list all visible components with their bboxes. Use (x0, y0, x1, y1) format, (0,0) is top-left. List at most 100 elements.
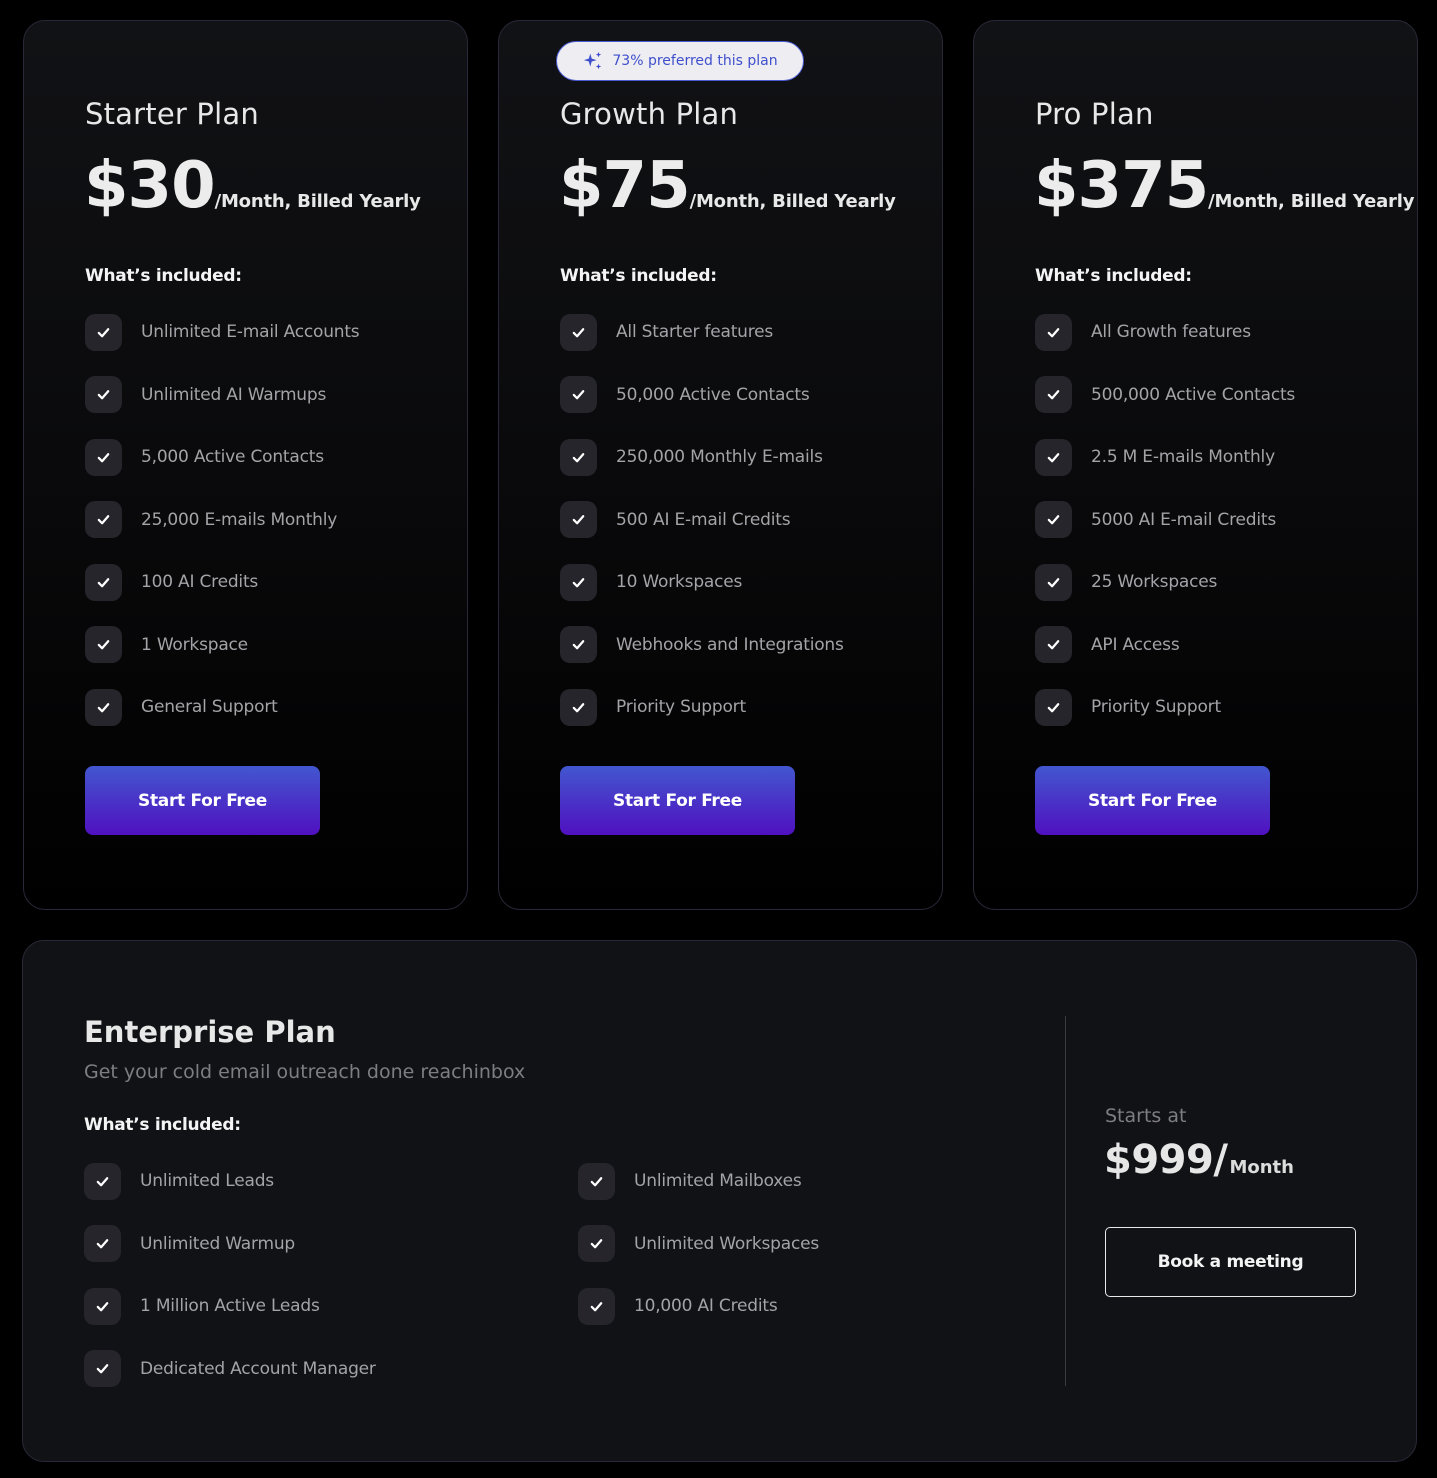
check-icon (560, 376, 597, 413)
enterprise-title: Enterprise Plan (84, 1015, 336, 1049)
sparkles-icon (584, 51, 602, 70)
starts-at-label: Starts at (1105, 1105, 1187, 1127)
feature-item: 500,000 Active Contacts (1035, 376, 1295, 414)
feature-text: 500,000 Active Contacts (1091, 384, 1296, 405)
plan-price: $375 (1034, 149, 1209, 223)
preferred-badge: 73% preferred this plan (556, 41, 804, 81)
feature-text: 50,000 Active Contacts (616, 384, 810, 405)
feature-item: 50,000 Active Contacts (560, 376, 844, 414)
feature-text: Priority Support (616, 697, 746, 717)
check-icon (85, 438, 122, 476)
feature-text: Unlimited AI Warmups (141, 384, 327, 405)
price-row: $30 /Month, Billed Yearly (84, 149, 421, 223)
check-icon (1035, 313, 1072, 351)
feature-item: 10 Workspaces (560, 563, 844, 601)
check-icon (1035, 688, 1072, 726)
start-for-free-button[interactable]: Start For Free (85, 766, 320, 835)
book-meeting-button[interactable]: Book a meeting (1105, 1227, 1356, 1297)
feature-item: 100 AI Credits (85, 563, 359, 601)
check-icon (560, 501, 597, 538)
feature-item: Unlimited Mailboxes (578, 1162, 819, 1200)
feature-text: Priority Support (1091, 697, 1221, 717)
feature-text: API Access (1091, 634, 1180, 655)
check-icon (1035, 438, 1072, 476)
included-heading: What’s included: (84, 1115, 241, 1135)
check-icon (1035, 376, 1072, 413)
enterprise-price: $999/ (1104, 1137, 1228, 1183)
feature-item: 10,000 AI Credits (578, 1287, 819, 1325)
included-heading: What’s included: (560, 266, 717, 286)
feature-text: 10,000 AI Credits (634, 1296, 778, 1316)
feature-text: 5000 AI E-mail Credits (1091, 509, 1276, 530)
feature-item: Unlimited E-mail Accounts (85, 313, 360, 351)
plan-card-pro: Pro Plan $375 /Month, Billed Yearly What… (973, 20, 1418, 910)
feature-item: 25,000 E-mails Monthly (85, 501, 359, 539)
enterprise-period: Month (1229, 1157, 1294, 1178)
start-for-free-button[interactable]: Start For Free (560, 766, 795, 835)
feature-item: Dedicated Account Manager (84, 1350, 376, 1388)
check-icon (1035, 563, 1072, 601)
check-icon (1035, 626, 1072, 663)
feature-text: Unlimited Mailboxes (634, 1171, 802, 1191)
feature-item: API Access (1035, 626, 1295, 664)
feature-item: Priority Support (560, 688, 844, 726)
feature-text: Webhooks and Integrations (616, 634, 844, 655)
feature-list-right: Unlimited Mailboxes Unlimited Workspaces 1… (578, 1162, 819, 1350)
feature-item: General Support (85, 688, 359, 726)
feature-text: 2.5 M E-mails Monthly (1091, 447, 1275, 467)
feature-text: Unlimited Leads (140, 1171, 274, 1191)
feature-text: 25 Workspaces (1091, 572, 1218, 592)
check-icon (578, 1162, 615, 1200)
check-icon (578, 1287, 615, 1325)
feature-item: All Growth features (1035, 313, 1295, 351)
feature-item: 1 Workspace (85, 626, 359, 664)
check-icon (560, 688, 597, 726)
feature-item: Unlimited Leads (84, 1162, 376, 1200)
check-icon (1035, 501, 1072, 538)
feature-text: 250,000 Monthly E-mails (616, 447, 823, 467)
feature-item: 500 AI E-mail Credits (560, 501, 844, 539)
plan-price: $75 (559, 149, 691, 223)
feature-text: 5,000 Active Contacts (141, 447, 324, 467)
price-row: $75 /Month, Billed Yearly (559, 149, 896, 223)
check-icon (578, 1225, 615, 1262)
feature-text: 10 Workspaces (616, 572, 743, 592)
feature-item: 5,000 Active Contacts (85, 438, 359, 476)
check-icon (85, 501, 122, 538)
feature-text: All Starter features (616, 322, 774, 342)
check-icon (84, 1225, 121, 1262)
feature-text: Unlimited Workspaces (634, 1233, 820, 1254)
start-for-free-button[interactable]: Start For Free (1035, 766, 1270, 835)
check-icon (85, 626, 122, 663)
check-icon (85, 376, 122, 413)
feature-item: 250,000 Monthly E-mails (560, 438, 844, 476)
feature-item: Webhooks and Integrations (560, 626, 844, 664)
feature-list: All Starter features 50,000 Active Contac… (560, 313, 844, 751)
plan-card-starter: Starter Plan $30 /Month, Billed Yearly W… (23, 20, 468, 910)
check-icon (560, 438, 597, 476)
included-heading: What’s included: (1035, 266, 1192, 286)
plan-price: $30 (84, 149, 216, 223)
feature-item: 5000 AI E-mail Credits (1035, 501, 1295, 539)
feature-text: Dedicated Account Manager (140, 1358, 376, 1379)
feature-item: All Starter features (560, 313, 844, 351)
enterprise-price-row: $999/ Month (1104, 1137, 1294, 1183)
check-icon (85, 563, 122, 601)
feature-item: Unlimited Workspaces (578, 1225, 819, 1263)
check-icon (560, 626, 597, 663)
badge-text: 73% preferred this plan (612, 53, 778, 69)
feature-list: Unlimited E-mail Accounts Unlimited AI Wa… (85, 313, 360, 751)
vertical-divider (1065, 1016, 1066, 1386)
check-icon (84, 1287, 121, 1325)
feature-text: 100 AI Credits (141, 572, 259, 592)
plan-name: Growth Plan (560, 97, 739, 131)
feature-item: Unlimited AI Warmups (85, 376, 359, 414)
check-icon (560, 313, 597, 351)
plan-card-growth: 73% preferred this plan Growth Plan $75 … (498, 20, 943, 910)
feature-item: Priority Support (1035, 688, 1295, 726)
feature-text: General Support (141, 697, 278, 717)
plan-name: Pro Plan (1035, 97, 1154, 131)
check-icon (560, 563, 597, 601)
feature-item: 25 Workspaces (1035, 563, 1295, 601)
included-heading: What’s included: (85, 266, 242, 286)
